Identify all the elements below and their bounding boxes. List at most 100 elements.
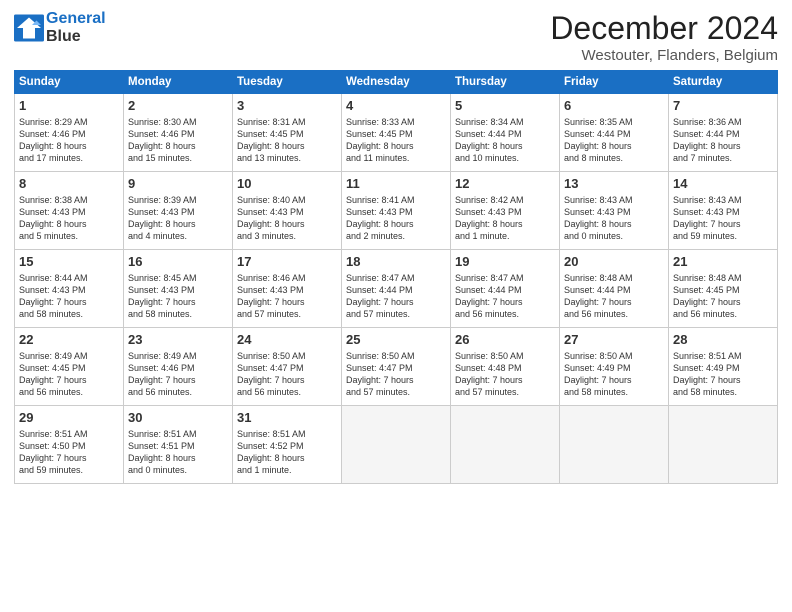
day-info-line: Sunset: 4:43 PM bbox=[564, 206, 664, 218]
day-info-line: Daylight: 7 hours bbox=[128, 374, 228, 386]
day-info-line: Sunrise: 8:47 AM bbox=[455, 272, 555, 284]
day-info-line: Sunset: 4:44 PM bbox=[455, 128, 555, 140]
day-number: 27 bbox=[564, 331, 664, 349]
day-info-line: Sunset: 4:43 PM bbox=[237, 206, 337, 218]
day-info-line: Sunrise: 8:50 AM bbox=[346, 350, 446, 362]
day-info-line: Sunset: 4:52 PM bbox=[237, 440, 337, 452]
day-number: 20 bbox=[564, 253, 664, 271]
day-info-line: Sunrise: 8:40 AM bbox=[237, 194, 337, 206]
calendar-cell: 2Sunrise: 8:30 AMSunset: 4:46 PMDaylight… bbox=[124, 94, 233, 172]
calendar-body: 1Sunrise: 8:29 AMSunset: 4:46 PMDaylight… bbox=[15, 94, 778, 484]
day-number: 23 bbox=[128, 331, 228, 349]
main-title: December 2024 bbox=[550, 10, 778, 47]
day-info-line: Daylight: 7 hours bbox=[673, 218, 773, 230]
day-info-line: Daylight: 7 hours bbox=[673, 296, 773, 308]
calendar-cell bbox=[669, 406, 778, 484]
day-number: 4 bbox=[346, 97, 446, 115]
calendar-cell: 21Sunrise: 8:48 AMSunset: 4:45 PMDayligh… bbox=[669, 250, 778, 328]
day-info-line: Sunrise: 8:39 AM bbox=[128, 194, 228, 206]
day-info-line: Sunrise: 8:49 AM bbox=[128, 350, 228, 362]
calendar-cell: 13Sunrise: 8:43 AMSunset: 4:43 PMDayligh… bbox=[560, 172, 669, 250]
day-number: 26 bbox=[455, 331, 555, 349]
day-info-line: Sunset: 4:51 PM bbox=[128, 440, 228, 452]
day-info-line: and 57 minutes. bbox=[237, 308, 337, 320]
subtitle: Westouter, Flanders, Belgium bbox=[550, 47, 778, 64]
day-info-line: Sunrise: 8:42 AM bbox=[455, 194, 555, 206]
calendar-cell: 9Sunrise: 8:39 AMSunset: 4:43 PMDaylight… bbox=[124, 172, 233, 250]
day-number: 6 bbox=[564, 97, 664, 115]
day-info-line: Sunset: 4:43 PM bbox=[19, 284, 119, 296]
day-info-line: Daylight: 7 hours bbox=[237, 374, 337, 386]
day-info-line: Daylight: 7 hours bbox=[564, 374, 664, 386]
calendar-cell: 16Sunrise: 8:45 AMSunset: 4:43 PMDayligh… bbox=[124, 250, 233, 328]
day-info-line: Sunrise: 8:34 AM bbox=[455, 116, 555, 128]
day-info-line: Sunset: 4:45 PM bbox=[346, 128, 446, 140]
week-row-1: 1Sunrise: 8:29 AMSunset: 4:46 PMDaylight… bbox=[15, 94, 778, 172]
day-info-line: Daylight: 7 hours bbox=[19, 374, 119, 386]
day-number: 12 bbox=[455, 175, 555, 193]
day-info-line: and 11 minutes. bbox=[346, 152, 446, 164]
day-number: 3 bbox=[237, 97, 337, 115]
day-info-line: Sunset: 4:49 PM bbox=[673, 362, 773, 374]
day-info-line: Daylight: 8 hours bbox=[128, 140, 228, 152]
calendar-cell: 4Sunrise: 8:33 AMSunset: 4:45 PMDaylight… bbox=[342, 94, 451, 172]
day-info-line: Sunrise: 8:35 AM bbox=[564, 116, 664, 128]
day-info-line: Daylight: 7 hours bbox=[564, 296, 664, 308]
day-info-line: Sunrise: 8:51 AM bbox=[673, 350, 773, 362]
day-info-line: Daylight: 8 hours bbox=[346, 218, 446, 230]
day-info-line: and 8 minutes. bbox=[564, 152, 664, 164]
calendar-table: SundayMondayTuesdayWednesdayThursdayFrid… bbox=[14, 70, 778, 484]
day-info-line: and 3 minutes. bbox=[237, 230, 337, 242]
day-info-line: and 58 minutes. bbox=[564, 386, 664, 398]
calendar-cell: 7Sunrise: 8:36 AMSunset: 4:44 PMDaylight… bbox=[669, 94, 778, 172]
calendar-cell: 11Sunrise: 8:41 AMSunset: 4:43 PMDayligh… bbox=[342, 172, 451, 250]
day-info-line: Sunrise: 8:47 AM bbox=[346, 272, 446, 284]
day-info-line: and 56 minutes. bbox=[19, 386, 119, 398]
day-number: 1 bbox=[19, 97, 119, 115]
calendar-cell: 31Sunrise: 8:51 AMSunset: 4:52 PMDayligh… bbox=[233, 406, 342, 484]
day-info-line: Sunset: 4:43 PM bbox=[673, 206, 773, 218]
day-info-line: Sunset: 4:44 PM bbox=[564, 128, 664, 140]
day-number: 30 bbox=[128, 409, 228, 427]
day-info-line: Daylight: 8 hours bbox=[564, 140, 664, 152]
day-info-line: and 56 minutes. bbox=[237, 386, 337, 398]
day-number: 14 bbox=[673, 175, 773, 193]
day-info-line: and 57 minutes. bbox=[346, 386, 446, 398]
day-info-line: Daylight: 8 hours bbox=[564, 218, 664, 230]
day-info-line: Sunset: 4:46 PM bbox=[128, 128, 228, 140]
day-number: 2 bbox=[128, 97, 228, 115]
day-info-line: Sunset: 4:46 PM bbox=[19, 128, 119, 140]
calendar-cell: 22Sunrise: 8:49 AMSunset: 4:45 PMDayligh… bbox=[15, 328, 124, 406]
calendar-cell: 27Sunrise: 8:50 AMSunset: 4:49 PMDayligh… bbox=[560, 328, 669, 406]
day-info-line: Daylight: 7 hours bbox=[19, 296, 119, 308]
week-row-3: 15Sunrise: 8:44 AMSunset: 4:43 PMDayligh… bbox=[15, 250, 778, 328]
day-info-line: and 56 minutes. bbox=[455, 308, 555, 320]
day-info-line: Sunrise: 8:50 AM bbox=[237, 350, 337, 362]
day-info-line: and 57 minutes. bbox=[346, 308, 446, 320]
day-info-line: and 57 minutes. bbox=[455, 386, 555, 398]
day-info-line: Sunrise: 8:36 AM bbox=[673, 116, 773, 128]
day-info-line: Daylight: 8 hours bbox=[19, 218, 119, 230]
day-info-line: Sunrise: 8:41 AM bbox=[346, 194, 446, 206]
calendar-cell: 3Sunrise: 8:31 AMSunset: 4:45 PMDaylight… bbox=[233, 94, 342, 172]
header: General Blue December 2024 Westouter, Fl… bbox=[14, 10, 778, 64]
day-info-line: Sunrise: 8:48 AM bbox=[564, 272, 664, 284]
calendar-cell: 15Sunrise: 8:44 AMSunset: 4:43 PMDayligh… bbox=[15, 250, 124, 328]
day-info-line: Daylight: 8 hours bbox=[128, 218, 228, 230]
calendar-header-row: SundayMondayTuesdayWednesdayThursdayFrid… bbox=[15, 71, 778, 94]
day-info-line: Sunrise: 8:49 AM bbox=[19, 350, 119, 362]
calendar-cell: 17Sunrise: 8:46 AMSunset: 4:43 PMDayligh… bbox=[233, 250, 342, 328]
header-cell-thursday: Thursday bbox=[451, 71, 560, 94]
day-info-line: Sunrise: 8:31 AM bbox=[237, 116, 337, 128]
day-number: 25 bbox=[346, 331, 446, 349]
day-number: 18 bbox=[346, 253, 446, 271]
day-info-line: Daylight: 8 hours bbox=[237, 452, 337, 464]
day-number: 29 bbox=[19, 409, 119, 427]
header-cell-saturday: Saturday bbox=[669, 71, 778, 94]
day-info-line: Daylight: 7 hours bbox=[455, 374, 555, 386]
day-info-line: and 59 minutes. bbox=[19, 464, 119, 476]
day-number: 5 bbox=[455, 97, 555, 115]
day-info-line: and 59 minutes. bbox=[673, 230, 773, 242]
header-cell-wednesday: Wednesday bbox=[342, 71, 451, 94]
day-info-line: Sunset: 4:45 PM bbox=[673, 284, 773, 296]
